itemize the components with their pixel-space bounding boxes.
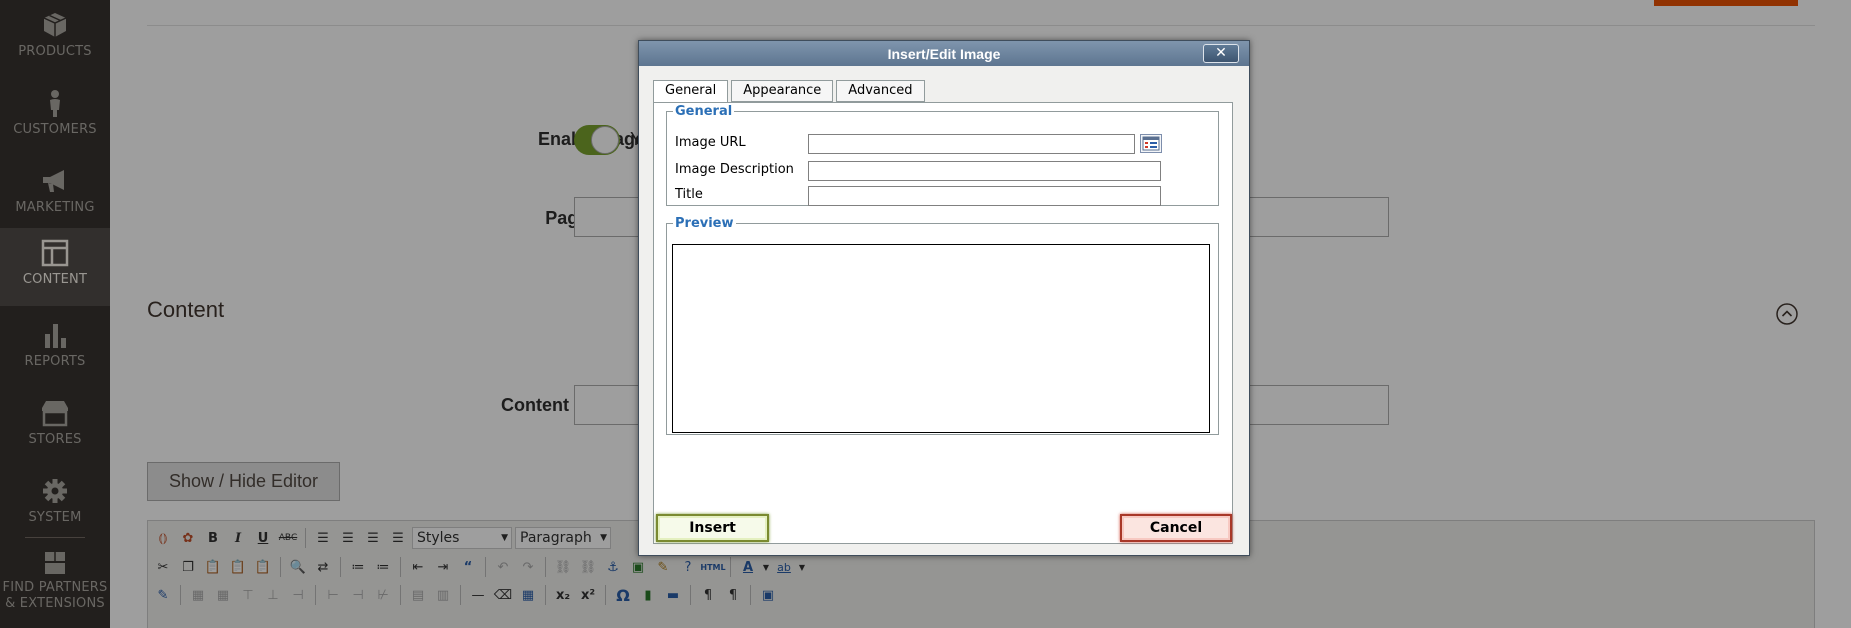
image-url-label: Image URL (675, 135, 746, 150)
cancel-button[interactable]: Cancel (1120, 514, 1232, 542)
title-label: Title (675, 187, 703, 202)
image-url-input[interactable] (808, 134, 1135, 154)
tab-general[interactable]: General (653, 80, 729, 103)
general-legend: General (675, 104, 733, 119)
dialog-title: Insert/Edit Image (887, 46, 1001, 62)
dialog-titlebar[interactable]: Insert/Edit Image ✕ (639, 41, 1249, 66)
general-panel: General Image URL Image Description Titl… (653, 102, 1233, 544)
tab-appearance[interactable]: Appearance (731, 80, 834, 102)
tab-advanced[interactable]: Advanced (836, 80, 925, 102)
insert-button[interactable]: Insert (656, 514, 769, 542)
image-description-label: Image Description (675, 162, 794, 177)
dialog-tabs: General Appearance Advanced (653, 80, 925, 103)
image-preview-area (672, 244, 1210, 433)
preview-legend: Preview (675, 216, 734, 231)
general-fieldset: General Image URL Image Description Titl… (666, 104, 1219, 206)
title-input[interactable] (808, 186, 1161, 206)
browse-icon (1142, 136, 1160, 151)
image-description-input[interactable] (808, 161, 1161, 181)
browse-image-button[interactable] (1140, 134, 1162, 153)
insert-edit-image-dialog: Insert/Edit Image ✕ General Appearance A… (638, 40, 1250, 556)
preview-fieldset: Preview (666, 216, 1219, 435)
close-icon: ✕ (1215, 45, 1227, 61)
close-button[interactable]: ✕ (1203, 44, 1239, 63)
